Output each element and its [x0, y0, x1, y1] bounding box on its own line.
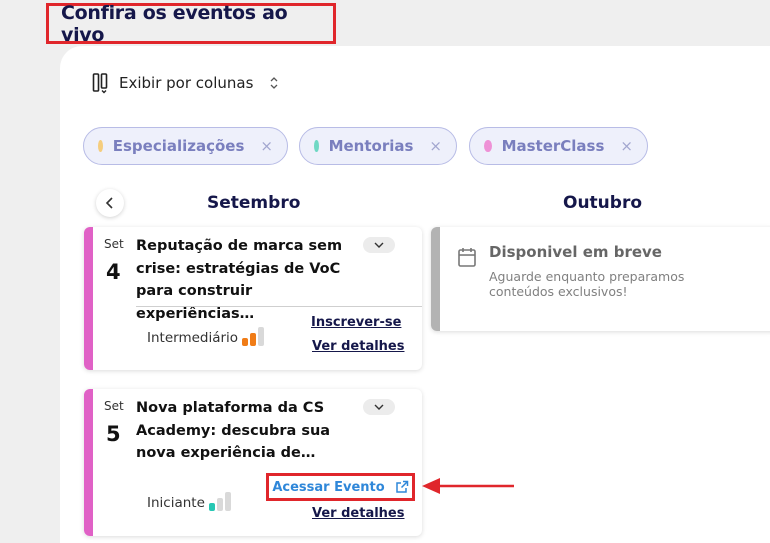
- month-heading-outubro: Outubro: [563, 193, 643, 213]
- coming-soon-text: Aguarde enquanto preparamos conteúdos ex…: [489, 269, 685, 299]
- remove-filter-icon[interactable]: ×: [429, 137, 442, 155]
- external-link-icon: [395, 480, 408, 493]
- event-category-stripe: [84, 389, 93, 536]
- event-level: Iniciante: [147, 492, 231, 511]
- event-card[interactable]: Set 4 Reputação de marca sem crise: estr…: [84, 227, 422, 370]
- filter-dot-icon: [98, 140, 103, 152]
- event-category-stripe: [84, 227, 93, 370]
- chevron-down-icon: [374, 404, 384, 410]
- event-card[interactable]: Set 5 Nova plataforma da CS Academy: des…: [84, 389, 422, 536]
- chevron-left-icon: [105, 197, 113, 209]
- event-month: Set: [104, 237, 124, 251]
- previous-month-button[interactable]: [96, 189, 124, 217]
- coming-soon-heading: Disponivel em breve: [489, 243, 662, 261]
- expand-event-button[interactable]: [363, 399, 395, 415]
- filter-chip-mentorias[interactable]: Mentorias ×: [299, 127, 457, 165]
- calendar-icon: [458, 248, 476, 267]
- access-event-button[interactable]: Acessar Evento: [266, 473, 415, 501]
- filter-dot-icon: [314, 140, 319, 152]
- coming-soon-stripe: [431, 227, 440, 331]
- filter-chip-especializacoes[interactable]: Especializações ×: [83, 127, 288, 165]
- event-level-label: Intermediário: [147, 330, 239, 346]
- divider: [136, 306, 422, 307]
- annotation-arrow-icon: [422, 478, 514, 494]
- level-bars-icon: [242, 327, 265, 346]
- event-month: Set: [104, 399, 124, 413]
- filter-chip-label: Especializações: [112, 137, 245, 155]
- filter-chip-label: MasterClass: [501, 137, 605, 155]
- coming-soon-card: Disponivel em breve Aguarde enquanto pre…: [431, 227, 770, 331]
- filter-dot-icon: [484, 140, 492, 152]
- access-event-label: Acessar Evento: [272, 479, 385, 495]
- event-title: Nova plataforma da CS Academy: descubra …: [136, 400, 331, 461]
- remove-filter-icon[interactable]: ×: [620, 137, 633, 155]
- level-bars-icon: [208, 492, 231, 511]
- expand-event-button[interactable]: [363, 237, 395, 253]
- view-toggle-label: Exibir por colunas: [119, 74, 254, 92]
- columns-icon: [92, 73, 108, 94]
- view-by-columns-toggle[interactable]: Exibir por colunas: [92, 70, 280, 96]
- event-level: Intermediário: [147, 327, 265, 346]
- event-day: 5: [106, 422, 121, 446]
- chevron-down-icon: [374, 242, 384, 248]
- event-day: 4: [106, 260, 121, 284]
- event-level-label: Iniciante: [147, 495, 205, 511]
- remove-filter-icon[interactable]: ×: [260, 137, 273, 155]
- view-details-link[interactable]: Ver detalhes: [312, 339, 404, 354]
- subscribe-link[interactable]: Inscrever-se: [311, 315, 401, 330]
- month-heading-setembro: Setembro: [207, 193, 301, 213]
- sort-updown-icon: [270, 77, 278, 89]
- filter-chip-masterclass[interactable]: MasterClass ×: [469, 127, 648, 165]
- view-details-link[interactable]: Ver detalhes: [312, 506, 404, 521]
- page-title: Confira os eventos ao vivo: [46, 2, 336, 46]
- filter-chip-label: Mentorias: [328, 137, 414, 155]
- event-title: Reputação de marca sem crise: estratégia…: [136, 238, 343, 322]
